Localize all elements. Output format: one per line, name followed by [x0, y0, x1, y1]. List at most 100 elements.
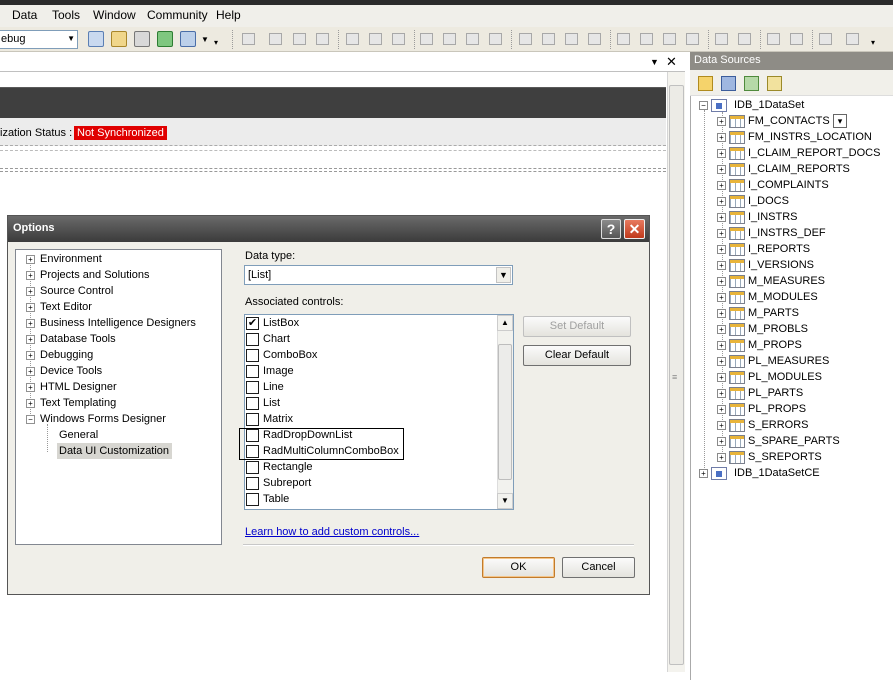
- collapse-icon[interactable]: −: [26, 415, 35, 424]
- tab-list-chevron-down-icon[interactable]: ▼: [650, 57, 659, 67]
- nav-item[interactable]: Text Templating: [40, 397, 116, 409]
- expand-icon[interactable]: +: [717, 181, 726, 190]
- ok-button[interactable]: OK: [482, 557, 555, 578]
- close-document-icon[interactable]: ✕: [666, 54, 677, 70]
- expand-icon[interactable]: +: [717, 165, 726, 174]
- configure-dataset-icon[interactable]: [744, 76, 759, 91]
- add-data-source-icon[interactable]: [698, 76, 713, 91]
- nav-item[interactable]: Debugging: [40, 349, 93, 361]
- expand-icon[interactable]: +: [717, 325, 726, 334]
- nav-item[interactable]: Windows Forms Designer: [40, 413, 166, 425]
- controls-scroll-thumb[interactable]: [498, 344, 512, 480]
- control-type-dropdown-icon[interactable]: ▾: [833, 114, 847, 128]
- tree-node-label: I_REPORTS: [748, 243, 811, 255]
- expand-icon[interactable]: +: [699, 469, 708, 478]
- control-checkbox[interactable]: [246, 397, 259, 410]
- tree-node-label: IDB_1DataSet: [734, 99, 805, 111]
- toolbar-overflow-icon[interactable]: ▾: [214, 38, 218, 47]
- expand-icon[interactable]: +: [717, 197, 726, 206]
- expand-icon[interactable]: +: [717, 293, 726, 302]
- dialog-titlebar[interactable]: [8, 216, 649, 242]
- table-icon: [729, 227, 745, 240]
- expand-icon[interactable]: +: [26, 351, 35, 360]
- expand-icon[interactable]: +: [26, 399, 35, 408]
- data-type-select[interactable]: [List]: [244, 265, 513, 285]
- expand-icon[interactable]: +: [717, 213, 726, 222]
- nav-item[interactable]: Device Tools: [40, 365, 102, 377]
- expand-icon[interactable]: +: [717, 437, 726, 446]
- set-default-button[interactable]: Set Default: [523, 316, 631, 337]
- clear-default-button[interactable]: Clear Default: [523, 345, 631, 366]
- nav-item[interactable]: HTML Designer: [40, 381, 117, 393]
- expand-icon[interactable]: +: [26, 319, 35, 328]
- expand-icon[interactable]: +: [717, 309, 726, 318]
- control-checkbox[interactable]: [246, 333, 259, 346]
- report-header-bar: [0, 87, 666, 118]
- dropdown-arrow-icon[interactable]: ▼: [201, 35, 209, 44]
- nav-item[interactable]: Environment: [40, 253, 102, 265]
- expand-icon[interactable]: +: [717, 149, 726, 158]
- menu-window[interactable]: Window: [93, 8, 136, 22]
- control-checkbox[interactable]: [246, 461, 259, 474]
- scroll-up-icon[interactable]: ▲: [497, 315, 513, 331]
- chevron-down-icon[interactable]: ▼: [496, 267, 511, 283]
- nav-item[interactable]: Projects and Solutions: [40, 269, 149, 281]
- expand-icon[interactable]: +: [26, 287, 35, 296]
- control-checkbox[interactable]: [246, 493, 259, 506]
- expand-icon[interactable]: +: [717, 277, 726, 286]
- scroll-down-icon[interactable]: ▼: [497, 493, 513, 509]
- control-checkbox[interactable]: [246, 477, 259, 490]
- find-icon[interactable]: [88, 31, 104, 47]
- menu-community[interactable]: Community: [147, 8, 208, 22]
- window-icon[interactable]: [180, 31, 196, 47]
- control-checkbox[interactable]: [246, 349, 259, 362]
- solution-config-combo[interactable]: ebug ▼: [0, 30, 78, 49]
- expand-icon[interactable]: +: [717, 453, 726, 462]
- expand-icon[interactable]: +: [717, 357, 726, 366]
- expand-icon[interactable]: +: [26, 303, 35, 312]
- menu-help[interactable]: Help: [216, 8, 241, 22]
- expand-icon[interactable]: +: [26, 335, 35, 344]
- tools-icon[interactable]: [134, 31, 150, 47]
- nav-item-data-ui-customization[interactable]: Data UI Customization: [59, 445, 169, 457]
- edit-dataset-icon[interactable]: [721, 76, 736, 91]
- document-tab-row: [0, 52, 685, 72]
- nav-item[interactable]: Business Intelligence Designers: [40, 317, 196, 329]
- menu-data[interactable]: Data: [12, 8, 37, 22]
- tree-node-label: PL_PROPS: [748, 403, 807, 415]
- expand-icon[interactable]: +: [717, 373, 726, 382]
- import-icon[interactable]: [157, 31, 173, 47]
- expand-icon[interactable]: +: [26, 367, 35, 376]
- chevron-down-icon[interactable]: ▼: [67, 34, 75, 43]
- control-checkbox[interactable]: [246, 365, 259, 378]
- properties-icon[interactable]: [111, 31, 127, 47]
- table-icon: [729, 339, 745, 352]
- expand-icon[interactable]: +: [26, 271, 35, 280]
- expand-icon[interactable]: +: [717, 133, 726, 142]
- expand-icon[interactable]: +: [717, 341, 726, 350]
- collapse-icon[interactable]: −: [699, 101, 708, 110]
- nav-item-general[interactable]: General: [59, 429, 98, 441]
- expand-icon[interactable]: +: [717, 245, 726, 254]
- expand-icon[interactable]: +: [717, 421, 726, 430]
- refresh-data-source-icon[interactable]: [767, 76, 782, 91]
- expand-icon[interactable]: +: [26, 383, 35, 392]
- learn-custom-controls-link[interactable]: Learn how to add custom controls...: [245, 526, 419, 538]
- expand-icon[interactable]: +: [717, 389, 726, 398]
- close-button[interactable]: ✕: [624, 219, 645, 239]
- expand-icon[interactable]: +: [717, 405, 726, 414]
- nav-item[interactable]: Text Editor: [40, 301, 92, 313]
- expand-icon[interactable]: +: [717, 261, 726, 270]
- expand-icon[interactable]: +: [26, 255, 35, 264]
- nav-item[interactable]: Database Tools: [40, 333, 116, 345]
- help-button[interactable]: ?: [601, 219, 621, 239]
- menu-tools[interactable]: Tools: [52, 8, 80, 22]
- control-checkbox[interactable]: [246, 413, 259, 426]
- toolbar-overflow-icon[interactable]: ▾: [871, 38, 875, 47]
- control-checkbox[interactable]: ✔: [246, 317, 259, 330]
- cancel-button[interactable]: Cancel: [562, 557, 635, 578]
- control-checkbox[interactable]: [246, 381, 259, 394]
- expand-icon[interactable]: +: [717, 229, 726, 238]
- expand-icon[interactable]: +: [717, 117, 726, 126]
- nav-item[interactable]: Source Control: [40, 285, 113, 297]
